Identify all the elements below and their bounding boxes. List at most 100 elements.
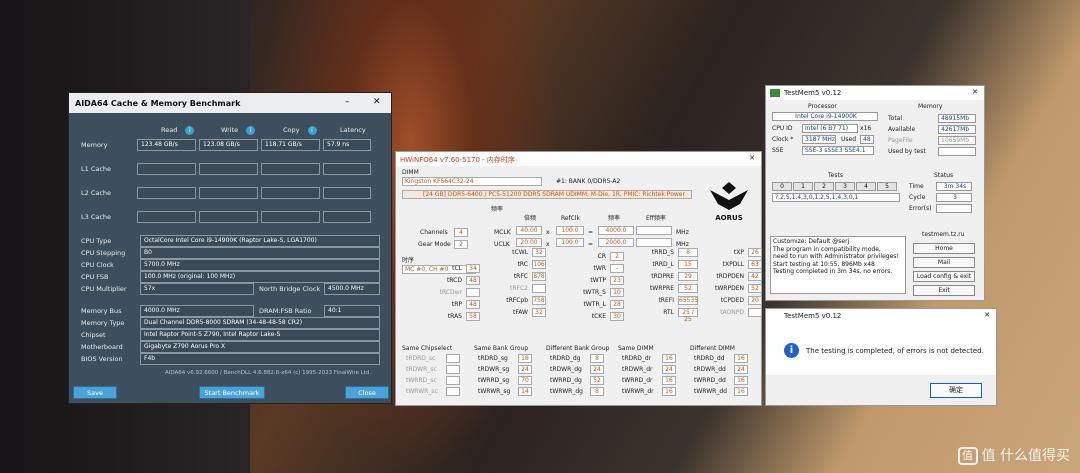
bank-label: #1: BANK 0/DDR5-A2 bbox=[556, 178, 621, 185]
status-header: Status bbox=[934, 172, 954, 179]
ok-button[interactable]: 确定 bbox=[930, 383, 982, 398]
group-timing-label: tWRRD_dr bbox=[622, 377, 653, 384]
gear-label: Gear Mode bbox=[418, 241, 451, 248]
usedby-label: Used by test bbox=[888, 148, 926, 155]
test-sequence: ?,2,5,1,4,3,0,1,2,5,1,4,3,0,1 bbox=[772, 193, 900, 202]
mclk-ref: 100.0 bbox=[556, 226, 584, 235]
timing-label: CR bbox=[597, 253, 606, 260]
gear-value: 2 bbox=[454, 240, 468, 249]
watermark: 值值 什么值得买 bbox=[957, 445, 1070, 465]
timing-label: tWTR_L bbox=[583, 301, 606, 308]
timing-value: 10 bbox=[610, 288, 624, 297]
group-timing-value: 24 bbox=[734, 365, 748, 374]
group-timing-label: tRDWR_sc bbox=[406, 366, 437, 373]
close-icon[interactable]: ✕ bbox=[373, 97, 381, 107]
l2-read bbox=[137, 187, 196, 199]
mhz-label: MHz bbox=[676, 229, 689, 236]
info-icon: i bbox=[784, 343, 799, 358]
l1-read bbox=[137, 163, 196, 175]
timing-value: 23 bbox=[610, 276, 624, 285]
mclk-eff bbox=[636, 226, 672, 235]
channels-label: Channels bbox=[420, 229, 448, 236]
timing-value: 8 bbox=[678, 248, 698, 257]
timing-value: 32 bbox=[532, 248, 546, 257]
info-icon[interactable]: i bbox=[307, 126, 317, 135]
mail-button[interactable]: Mail bbox=[913, 257, 975, 268]
errors-label: Error(s) bbox=[909, 205, 932, 212]
cpu-stepping-value: B0 bbox=[140, 247, 380, 259]
timing-value: 63 bbox=[748, 260, 762, 269]
l1-write bbox=[199, 163, 258, 175]
group-timing-label: tWRRD_sc bbox=[406, 377, 437, 384]
timing-value: 20 bbox=[748, 296, 762, 305]
testmem-window: TestMem5 v0.12 ✕ Processor Intel Core i9… bbox=[765, 85, 985, 301]
memory-latency: 57.9 ns bbox=[323, 139, 371, 151]
group-timing-label: tWRWR_dd bbox=[694, 388, 727, 395]
timing-label: tWR bbox=[593, 265, 606, 272]
time-value: 3m 34s bbox=[936, 182, 972, 191]
timing-label: tCPDED bbox=[720, 297, 744, 304]
eff-header: Eff频率 bbox=[646, 215, 666, 222]
info-icon[interactable]: i bbox=[246, 126, 256, 135]
timing-label: tREFI bbox=[658, 297, 674, 304]
group-title: Same Bank Group bbox=[474, 345, 529, 352]
close-icon[interactable]: ✕ bbox=[972, 88, 978, 96]
close-button[interactable]: Close bbox=[345, 386, 389, 399]
info-label: CPU Clock bbox=[81, 261, 114, 269]
timing-value: 48 bbox=[466, 300, 480, 309]
group-title: Same DIMM bbox=[618, 345, 654, 352]
aida64-titlebar: AIDA64 Cache & Memory Benchmark – ✕ bbox=[69, 93, 391, 113]
nb-clock-value: 4500.0 MHz bbox=[324, 283, 380, 295]
group-timing-value: 24 bbox=[590, 365, 604, 374]
group-timing-label: tRDWR_dr bbox=[622, 366, 653, 373]
testmem-title: TestMem5 v0.12 bbox=[784, 89, 842, 97]
site-link[interactable]: testmem.tz.ru bbox=[922, 231, 965, 239]
group-timing-label: tRDRD_sc bbox=[406, 355, 436, 362]
timing-value: 758 bbox=[532, 296, 546, 305]
log-textarea[interactable]: Customize: Default @serj The program in … bbox=[770, 236, 906, 294]
exit-button[interactable]: Exit bbox=[913, 285, 975, 296]
freq-header: 频率 bbox=[491, 206, 504, 213]
save-button[interactable]: Save bbox=[73, 386, 117, 399]
hwinfo-window: HWiNFO64 v7.60-5170 - 内存时序 ✕ DIMM Kingst… bbox=[395, 151, 762, 406]
group-timing-value: 16 bbox=[734, 387, 748, 396]
info-label: CPU FSB bbox=[81, 273, 109, 281]
uclk-freq: 2000.0 bbox=[598, 238, 634, 247]
group-timing-value: 52 bbox=[590, 376, 604, 385]
group-timing-value: 18 bbox=[518, 354, 532, 363]
group-timing-label: tWRRD_dg bbox=[550, 377, 582, 384]
cycle-label: Cycle bbox=[909, 194, 926, 201]
memory-copy: 118.71 GB/s bbox=[261, 139, 320, 151]
nb-clock-label: North Bridge Clock bbox=[259, 285, 321, 293]
minimize-icon[interactable]: – bbox=[345, 97, 350, 107]
close-icon[interactable]: ✕ bbox=[749, 154, 755, 162]
testmem-dialog: TestMem5 v0.12 ✕ i The testing is comple… bbox=[765, 308, 997, 406]
info-label: CPU Type bbox=[81, 237, 112, 245]
time-label: Time bbox=[909, 183, 924, 190]
load-config-exit-button[interactable]: Load config & exit bbox=[913, 271, 975, 282]
timing-value: 15 bbox=[678, 260, 698, 269]
group-timing-value bbox=[446, 354, 460, 363]
l3-copy bbox=[261, 211, 320, 223]
close-icon[interactable]: ✕ bbox=[984, 311, 990, 319]
info-icon[interactable]: i bbox=[185, 126, 195, 135]
timing-value: 58 bbox=[466, 312, 480, 321]
info-label: BIOS Version bbox=[81, 355, 123, 363]
start-benchmark-button[interactable]: Start Benchmark bbox=[199, 386, 265, 399]
watermark-logo: 值 bbox=[957, 447, 978, 465]
uclk-mult: 20.00 bbox=[516, 238, 542, 247]
timing-value: 29 bbox=[678, 272, 698, 281]
test-cell: 2 bbox=[814, 182, 834, 191]
ratio-value: 40:1 bbox=[324, 305, 380, 317]
dimm-select[interactable]: Kingston KF564C32-24 bbox=[402, 177, 542, 186]
l3-write bbox=[199, 211, 258, 223]
timing-label: tWRPDEN bbox=[715, 285, 744, 292]
timing-label: tRDPDEN bbox=[716, 273, 744, 280]
bios-value: F4b bbox=[140, 353, 380, 365]
group-timing-value: 8 bbox=[590, 387, 604, 396]
group-timing-value bbox=[446, 376, 460, 385]
timing-label: RTL bbox=[663, 309, 674, 316]
home-button[interactable]: Home bbox=[913, 243, 975, 254]
equals-icon: = bbox=[588, 241, 594, 248]
times-icon: x bbox=[546, 241, 550, 248]
